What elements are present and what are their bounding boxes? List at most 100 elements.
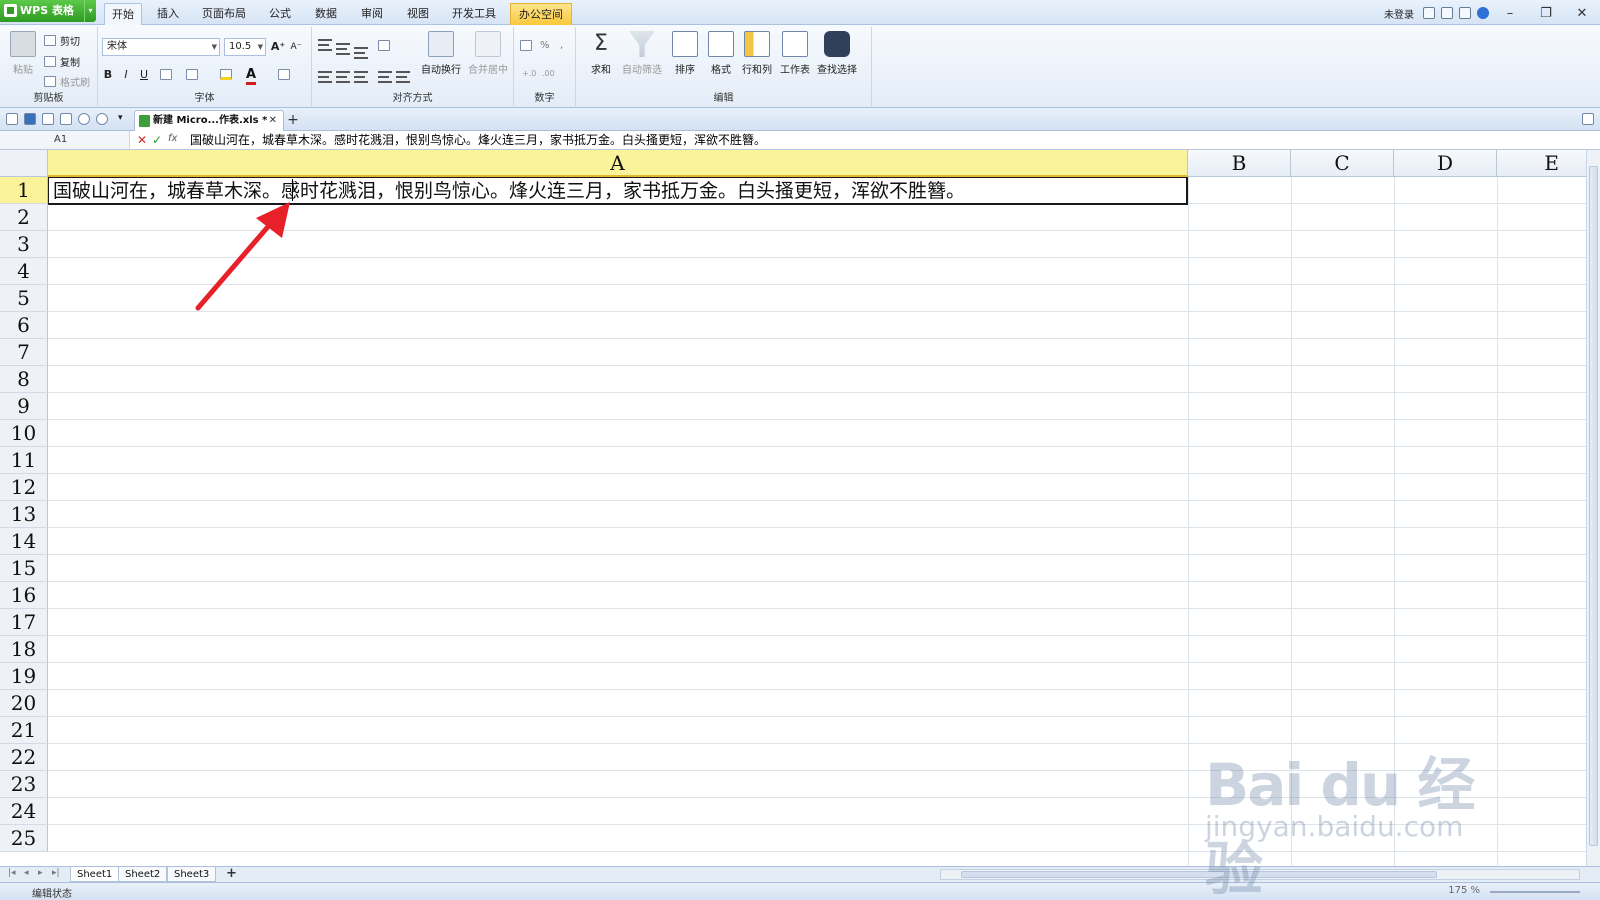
tab-home[interactable]: 开始 xyxy=(104,3,142,25)
first-sheet-icon[interactable]: |◂ xyxy=(8,868,16,878)
align-center-icon[interactable] xyxy=(336,71,350,83)
sheet-tab-1[interactable]: Sheet1 xyxy=(70,867,120,882)
bold-button[interactable]: B xyxy=(100,67,116,83)
minimize-button[interactable]: – xyxy=(1492,6,1528,21)
cancel-edit-icon[interactable]: ✕ xyxy=(137,133,147,147)
tab-insert[interactable]: 插入 xyxy=(150,3,186,25)
font-color-button[interactable]: A xyxy=(246,67,257,85)
percent-button[interactable]: % xyxy=(540,40,550,51)
comma-style-button[interactable]: , xyxy=(560,40,563,51)
row-header[interactable]: 9 xyxy=(0,393,48,420)
align-right-icon[interactable] xyxy=(354,71,368,83)
collapse-ribbon-icon[interactable] xyxy=(1423,7,1435,19)
row-header[interactable]: 6 xyxy=(0,312,48,339)
worksheet-button[interactable]: 工作表 xyxy=(776,29,814,76)
row-header[interactable]: 16 xyxy=(0,582,48,609)
fill-style-button[interactable] xyxy=(186,69,202,80)
format-painter-button[interactable]: 格式刷 xyxy=(44,74,90,89)
save-icon[interactable] xyxy=(24,113,36,125)
tab-data[interactable]: 数据 xyxy=(308,3,344,25)
help-icon[interactable] xyxy=(1477,7,1489,19)
row-header[interactable]: 18 xyxy=(0,636,48,663)
confirm-edit-icon[interactable]: ✓ xyxy=(152,133,162,147)
vertical-scrollbar[interactable] xyxy=(1586,150,1600,866)
vertical-scroll-thumb[interactable] xyxy=(1589,166,1598,846)
row-header[interactable]: 5 xyxy=(0,285,48,312)
row-header[interactable]: 14 xyxy=(0,528,48,555)
cut-button[interactable]: 剪切 xyxy=(44,33,80,48)
find-select-button[interactable]: 查找选择 xyxy=(814,29,860,76)
row-header[interactable]: 20 xyxy=(0,690,48,717)
formula-input[interactable]: 国破山河在，城春草木深。感时花溅泪，恨别鸟惊心。烽火连三月，家书抵万金。白头搔更… xyxy=(190,131,766,150)
sort-button[interactable]: 排序 xyxy=(666,29,704,76)
restore-button[interactable]: ❐ xyxy=(1528,6,1564,21)
row-header[interactable]: 23 xyxy=(0,771,48,798)
italic-button[interactable]: I xyxy=(118,67,134,83)
merge-center-button[interactable]: 合并居中 xyxy=(466,29,510,76)
tab-developer[interactable]: 开发工具 xyxy=(446,3,502,25)
row-header[interactable]: 13 xyxy=(0,501,48,528)
text-direction-button[interactable] xyxy=(378,40,394,51)
row-header[interactable]: 4 xyxy=(0,258,48,285)
print-icon[interactable] xyxy=(42,113,54,125)
row-header[interactable]: 21 xyxy=(0,717,48,744)
document-tab[interactable]: 新建 Micro...作表.xls * ✕ xyxy=(134,110,284,131)
tab-formulas[interactable]: 公式 xyxy=(262,3,298,25)
row-header[interactable]: 11 xyxy=(0,447,48,474)
add-sheet-button[interactable]: + xyxy=(226,866,237,881)
column-header-c[interactable]: C xyxy=(1291,150,1394,177)
row-header[interactable]: 22 xyxy=(0,744,48,771)
align-top-icon[interactable] xyxy=(318,39,332,51)
select-all-corner[interactable] xyxy=(0,150,48,177)
format-button[interactable]: 格式 xyxy=(702,29,740,76)
login-status[interactable]: 未登录 xyxy=(1384,6,1414,21)
row-header[interactable]: 12 xyxy=(0,474,48,501)
print-preview-icon[interactable] xyxy=(60,113,72,125)
decrease-decimal-button[interactable]: .00 xyxy=(542,69,555,78)
row-header[interactable]: 1 xyxy=(0,177,48,204)
shrink-font-button[interactable]: A⁻ xyxy=(288,39,304,55)
redo-icon[interactable] xyxy=(96,113,108,125)
skin-icon[interactable] xyxy=(1441,7,1453,19)
close-window-button[interactable]: ✕ xyxy=(1564,6,1600,21)
tab-view[interactable]: 视图 xyxy=(400,3,436,25)
close-tab-icon[interactable]: ✕ xyxy=(269,111,277,131)
row-header[interactable]: 3 xyxy=(0,231,48,258)
next-sheet-icon[interactable]: ▸ xyxy=(38,868,43,878)
currency-button[interactable] xyxy=(520,40,536,51)
restore-pane-icon[interactable] xyxy=(1582,113,1594,125)
open-icon[interactable] xyxy=(6,113,18,125)
tab-review[interactable]: 审阅 xyxy=(354,3,390,25)
row-header[interactable]: 10 xyxy=(0,420,48,447)
paste-button[interactable]: 粘贴 xyxy=(4,29,42,76)
row-header[interactable]: 8 xyxy=(0,366,48,393)
last-sheet-icon[interactable]: ▸| xyxy=(52,868,60,878)
border-button[interactable] xyxy=(160,69,176,80)
column-header-e[interactable]: E xyxy=(1497,150,1586,177)
chevron-down-icon[interactable]: ▾ xyxy=(84,0,96,22)
sum-button[interactable]: Σ 求和 xyxy=(582,29,620,76)
fill-color-button[interactable] xyxy=(220,69,236,80)
row-header[interactable]: 15 xyxy=(0,555,48,582)
sheet-tab-2[interactable]: Sheet2 xyxy=(118,867,168,882)
prev-sheet-icon[interactable]: ◂ xyxy=(24,868,29,878)
increase-indent-icon[interactable] xyxy=(396,71,410,83)
row-header[interactable]: 2 xyxy=(0,204,48,231)
column-header-b[interactable]: B xyxy=(1188,150,1291,177)
wps-app-menu-button[interactable]: WPS 表格 ▾ xyxy=(0,0,96,22)
customize-quick-access-icon[interactable]: ▾ xyxy=(118,113,130,125)
underline-button[interactable]: U xyxy=(136,67,152,83)
tab-page-layout[interactable]: 页面布局 xyxy=(196,3,252,25)
row-header[interactable]: 24 xyxy=(0,798,48,825)
grow-font-button[interactable]: A⁺ xyxy=(270,39,286,55)
column-header-a[interactable]: A xyxy=(48,150,1188,177)
column-header-d[interactable]: D xyxy=(1394,150,1497,177)
align-middle-icon[interactable] xyxy=(336,43,350,55)
name-box[interactable]: A1 xyxy=(0,131,130,149)
align-bottom-icon[interactable] xyxy=(354,47,368,59)
row-header[interactable]: 19 xyxy=(0,663,48,690)
row-header[interactable]: 7 xyxy=(0,339,48,366)
row-header[interactable]: 17 xyxy=(0,609,48,636)
increase-decimal-button[interactable]: +.0 xyxy=(522,69,536,78)
copy-button[interactable]: 复制 xyxy=(44,54,80,69)
